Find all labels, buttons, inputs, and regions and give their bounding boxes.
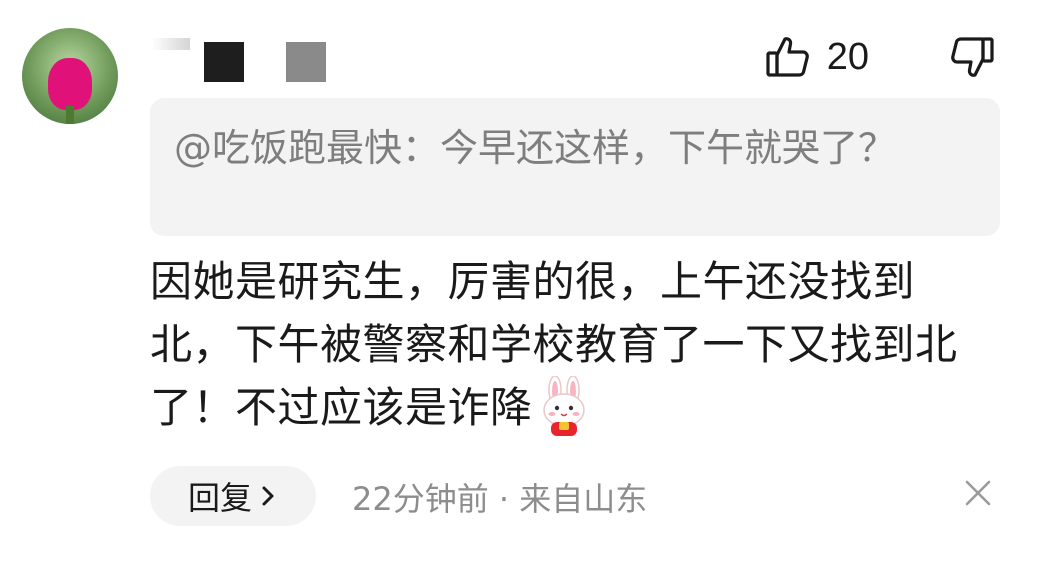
flower-stem <box>66 106 74 124</box>
flower-avatar-icon <box>48 58 92 110</box>
like-group: 20 <box>765 34 869 80</box>
redaction-block <box>286 42 326 82</box>
reply-button[interactable]: 回复 <box>150 466 316 526</box>
reply-label: 回复 <box>187 479 252 517</box>
avatar[interactable] <box>22 28 118 124</box>
redaction-block <box>152 38 190 50</box>
dislike-wrap <box>949 34 995 80</box>
username-redacted[interactable] <box>152 38 326 82</box>
comment-body: 因她是研究生，厉害的很，上午还没找到北，下午被警察和学校教育了一下又找到北了！不… <box>150 250 980 442</box>
bunny-emoji-icon <box>542 375 585 436</box>
chevron-right-icon <box>262 486 274 506</box>
thumbs-down-icon[interactable] <box>949 34 995 80</box>
quoted-reply[interactable]: @吃饭跑最快：今早还这样，下午就哭了？ <box>150 98 1000 236</box>
thumbs-up-icon[interactable] <box>765 34 811 80</box>
like-count: 20 <box>826 35 869 78</box>
redaction-block <box>204 42 244 82</box>
comment-meta: 22分钟前 · 来自山东 <box>352 480 648 518</box>
close-icon[interactable] <box>963 478 993 508</box>
quote-text: @吃饭跑最快：今早还这样，下午就哭了？ <box>174 126 897 170</box>
